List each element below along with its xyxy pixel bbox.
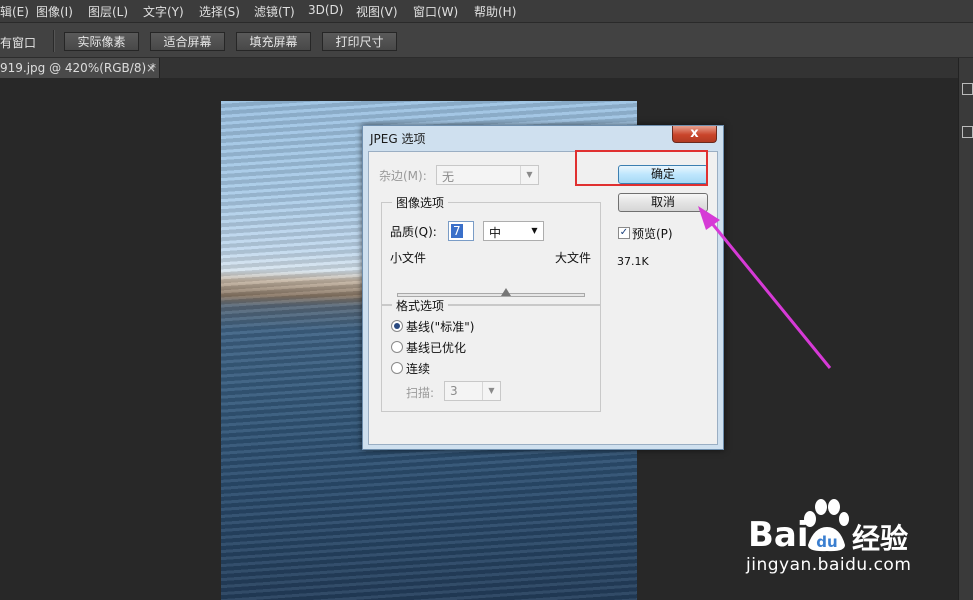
progressive-radio[interactable] <box>391 362 403 374</box>
matte-select[interactable]: 无 ▼ <box>436 165 539 185</box>
radio-selected-dot <box>394 323 400 329</box>
dialog-body: 杂边(M): 无 ▼ 图像选项 品质(Q): 7 中 ▼ 小文件 大文件 格式选… <box>368 151 718 445</box>
fill-screen-button[interactable]: 填充屏幕 <box>236 32 311 51</box>
pointer-arrow-icon <box>698 206 832 369</box>
fit-screen-button[interactable]: 适合屏幕 <box>150 32 225 51</box>
all-windows-option[interactable]: 有窗口 <box>0 34 36 51</box>
actual-pixels-button[interactable]: 实际像素 <box>64 32 139 51</box>
right-panel-dock <box>958 58 973 600</box>
options-bar: 有窗口 实际像素 适合屏幕 填充屏幕 打印尺寸 <box>0 23 973 58</box>
document-tab-title: 919.jpg @ 420%(RGB/8) * <box>0 61 156 75</box>
menu-image[interactable]: 图像(I) <box>36 3 73 20</box>
menu-3d[interactable]: 3D(D) <box>308 3 343 17</box>
menu-window[interactable]: 窗口(W) <box>413 3 458 20</box>
menu-select[interactable]: 选择(S) <box>199 3 240 20</box>
chevron-down-icon: ▼ <box>531 226 538 235</box>
baseline-standard-radio[interactable] <box>391 320 403 332</box>
preview-label: 预览(P) <box>632 227 673 241</box>
options-separator <box>53 30 55 52</box>
small-file-label: 小文件 <box>390 251 427 265</box>
svg-text:du: du <box>816 533 837 551</box>
format-options-title: 格式选项 <box>392 297 449 314</box>
tab-close-icon[interactable]: × <box>146 58 156 78</box>
document-tab[interactable]: 919.jpg @ 420%(RGB/8) * × <box>0 58 160 78</box>
progressive-label: 连续 <box>406 362 431 376</box>
chevron-down-icon: ▼ <box>482 382 500 400</box>
matte-label: 杂边(M): <box>379 169 427 183</box>
scans-value: 3 <box>450 384 458 398</box>
quality-value: 7 <box>451 224 463 238</box>
dialog-title: JPEG 选项 <box>370 132 426 146</box>
scans-label: 扫描: <box>406 386 435 400</box>
highlight-box <box>575 150 708 186</box>
image-options-title: 图像选项 <box>392 194 449 211</box>
menu-edit[interactable]: 辑(E) <box>0 3 29 20</box>
baseline-standard-label: 基线("标准") <box>406 320 475 334</box>
quality-label: 品质(Q): <box>390 225 437 239</box>
large-file-label: 大文件 <box>555 251 592 265</box>
file-size-label: 37.1K <box>617 255 649 268</box>
panel-icon[interactable] <box>962 126 973 138</box>
matte-value: 无 <box>442 170 455 184</box>
print-size-button[interactable]: 打印尺寸 <box>322 32 397 51</box>
baseline-optimized-label: 基线已优化 <box>406 341 467 355</box>
document-tab-bar: 919.jpg @ 420%(RGB/8) * × <box>0 58 958 78</box>
quality-input[interactable]: 7 <box>448 221 474 241</box>
preview-checkbox[interactable]: ✓ <box>618 227 630 239</box>
quality-preset-select[interactable]: 中 ▼ <box>483 221 544 241</box>
watermark-url: jingyan.baidu.com <box>746 555 912 575</box>
menu-filter[interactable]: 滤镜(T) <box>254 3 295 20</box>
scans-select[interactable]: 3 ▼ <box>444 381 501 401</box>
panel-icon[interactable] <box>962 83 973 95</box>
menu-type[interactable]: 文字(Y) <box>143 3 184 20</box>
watermark-brand-cn: 经验 <box>852 522 909 555</box>
chevron-down-icon: ▼ <box>520 166 538 184</box>
menu-help[interactable]: 帮助(H) <box>474 3 516 20</box>
menu-layer[interactable]: 图层(L) <box>88 3 128 20</box>
menu-bar: 辑(E) 图像(I) 图层(L) 文字(Y) 选择(S) 滤镜(T) 3D(D)… <box>0 0 973 23</box>
baidu-jingyan-watermark: Bai du 经验 jingyan.baidu.com <box>746 497 926 579</box>
dialog-close-button[interactable]: x <box>672 126 717 143</box>
quality-preset-value: 中 <box>489 226 502 240</box>
paw-logo-icon: du <box>804 499 849 552</box>
menu-view[interactable]: 视图(V) <box>356 3 398 20</box>
quality-slider-thumb[interactable] <box>501 288 512 296</box>
baseline-optimized-radio[interactable] <box>391 341 403 353</box>
